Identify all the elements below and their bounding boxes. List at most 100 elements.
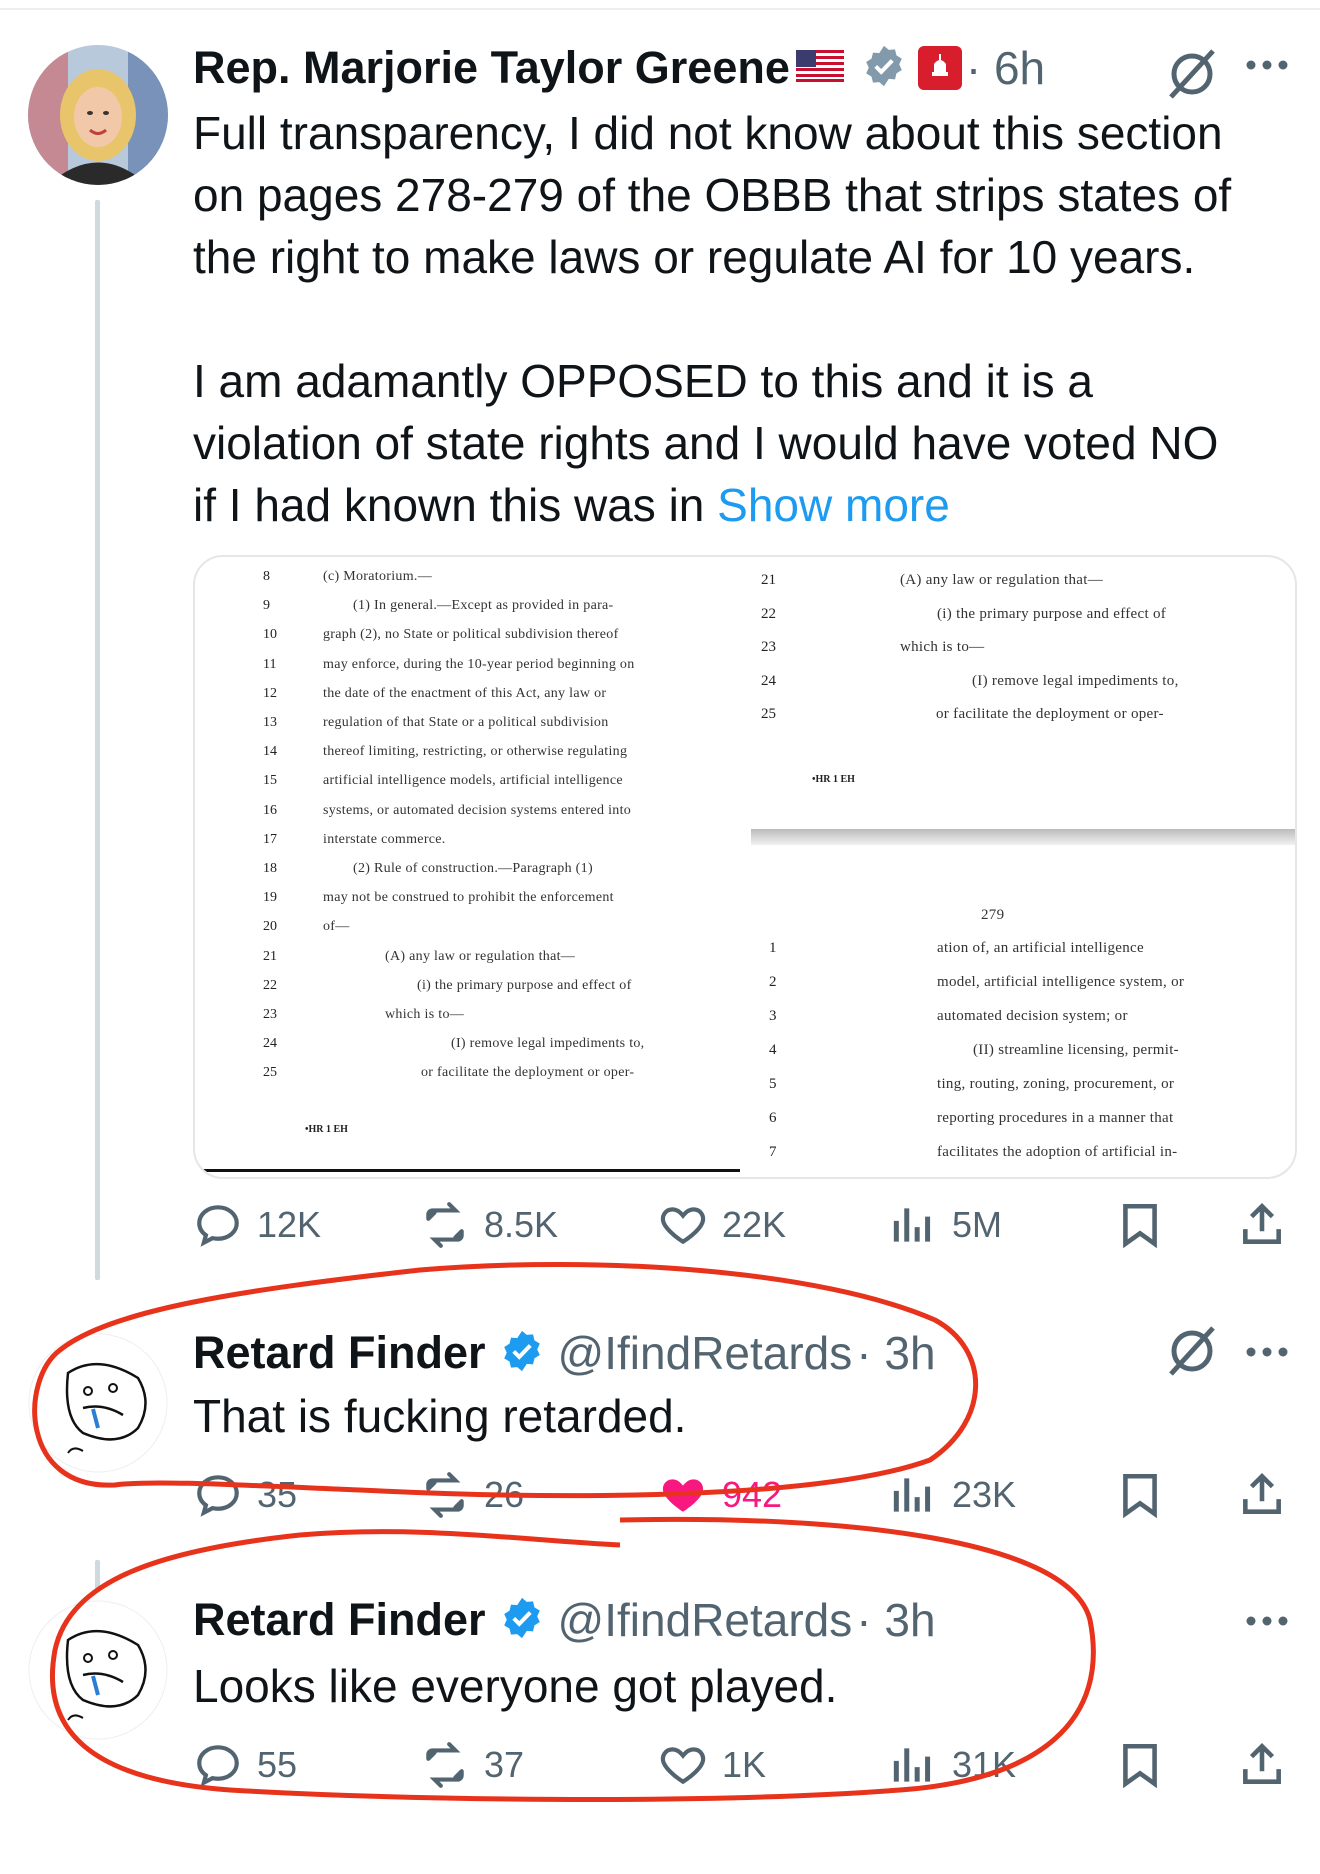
document-text-line: ting, routing, zoning, procurement, or [937, 1076, 1175, 1092]
heart-filled-icon [662, 1479, 704, 1512]
document-text-line: the date of the enactment of this Act, a… [323, 685, 607, 701]
document-text-line: facilitates the adoption of artificial i… [937, 1144, 1178, 1160]
thread-line [95, 1560, 100, 1590]
document-text-line: (i) the primary purpose and effect of [417, 977, 632, 993]
author-handle[interactable]: @IfindRetards [558, 1593, 853, 1647]
like-button[interactable]: 942 [658, 1470, 782, 1520]
line-number: 11 [263, 656, 277, 672]
line-number: 16 [263, 802, 277, 818]
repost-icon [426, 1742, 464, 1788]
more-options-icon[interactable] [1245, 1614, 1289, 1632]
document-text-line: ation of, an artificial intelligence [937, 940, 1144, 956]
document-text-line: (i) the primary purpose and effect of [937, 605, 1167, 622]
avatar[interactable] [28, 1600, 168, 1740]
more-options-icon[interactable] [1245, 58, 1289, 76]
document-text-line: (1) In general.—Except as provided in pa… [353, 598, 614, 614]
document-text-line: model, artificial intelligence system, o… [937, 974, 1185, 990]
line-number: 7 [769, 1144, 777, 1160]
reply-button[interactable]: 35 [193, 1470, 297, 1520]
document-text-line: or facilitate the deployment or oper- [936, 706, 1164, 722]
heart-icon [660, 1747, 706, 1785]
post-body-line: violation of state rights and I would ha… [193, 417, 1219, 469]
line-number: 21 [263, 948, 277, 964]
grok-icon[interactable] [1163, 1322, 1221, 1385]
line-number: 25 [263, 1065, 277, 1081]
line-number: 3 [769, 1008, 777, 1024]
post-body-line [193, 288, 1231, 350]
like-count: 22K [722, 1204, 787, 1245]
reply-button[interactable]: 12K [193, 1200, 321, 1250]
author-name[interactable]: Retard Finder [193, 1327, 486, 1379]
avatar[interactable] [28, 45, 168, 185]
line-number: 20 [263, 919, 277, 935]
thread-line [95, 200, 100, 1280]
blue-verified-badge-icon [500, 1596, 544, 1645]
line-number: 21 [761, 572, 776, 588]
document-text-line: which is to— [900, 639, 985, 655]
post-time[interactable]: · 3h [856, 1326, 935, 1380]
line-number: 6 [769, 1110, 777, 1126]
views-button[interactable]: 5M [888, 1200, 1002, 1250]
reply-button[interactable]: 55 [193, 1740, 297, 1790]
document-text-line: or facilitate the deployment or oper- [421, 1065, 635, 1081]
grok-icon[interactable] [1163, 45, 1221, 108]
share-button[interactable] [1237, 1740, 1287, 1795]
line-number: 12 [263, 685, 277, 701]
post-header: Retard Finder @IfindRetards · 3h [193, 1590, 936, 1650]
line-number: 10 [263, 627, 277, 643]
document-text-line: automated decision system; or [937, 1008, 1128, 1024]
views-button[interactable]: 23K [888, 1470, 1016, 1520]
post-body-last-line: if I had known this was in Show more [193, 474, 1231, 536]
post-time[interactable]: · 3h [856, 1593, 935, 1647]
bookmark-button[interactable] [1115, 1200, 1165, 1255]
line-number: 2 [769, 974, 777, 990]
line-number: 22 [761, 605, 776, 622]
document-text-line: (c) Moratorium.— [323, 569, 432, 584]
line-number: 5 [769, 1076, 777, 1092]
like-button[interactable]: 1K [658, 1740, 766, 1790]
line-number: 22 [263, 977, 277, 993]
share-button[interactable] [1237, 1470, 1287, 1525]
views-icon [893, 1748, 931, 1782]
repost-count: 8.5K [484, 1204, 559, 1245]
author-handle[interactable]: @IfindRetards [558, 1326, 853, 1380]
views-count: 23K [952, 1474, 1017, 1515]
show-more-link[interactable]: Show more [717, 479, 950, 531]
document-text-line: may enforce, during the 10-year period b… [323, 656, 635, 672]
post-body-line: I am adamantly OPPOSED to this and it is… [193, 355, 1093, 407]
document-text-line: (2) Rule of construction.—Paragraph (1) [353, 861, 593, 876]
reply-icon [197, 1205, 239, 1247]
document-text-line: may not be construed to prohibit the enf… [323, 890, 614, 906]
views-button[interactable]: 31K [888, 1740, 1016, 1790]
repost-button[interactable]: 37 [420, 1740, 524, 1790]
post-header: Retard Finder @IfindRetards · 3h [193, 1323, 936, 1383]
author-name[interactable]: Rep. Marjorie Taylor Greene [193, 42, 790, 94]
post-body-line: if I had known this was in [193, 479, 705, 531]
document-text-line: (II) streamline licensing, permit- [973, 1042, 1179, 1058]
gop-badge-icon [917, 46, 962, 90]
bookmark-button[interactable] [1115, 1470, 1165, 1525]
line-number: 13 [263, 715, 277, 730]
like-button[interactable]: 22K [658, 1200, 786, 1250]
page-break-line [195, 1169, 740, 1172]
post-body: Full transparency, I did not know about … [193, 102, 1231, 536]
post-time[interactable]: · 6h [966, 41, 1045, 95]
post-body-line: Full transparency, I did not know about … [193, 107, 1223, 159]
right-top-footer: •HR 1 EH [812, 774, 855, 785]
top-divider [0, 8, 1320, 10]
author-name[interactable]: Retard Finder [193, 1594, 486, 1646]
document-text-line: which is to— [385, 1007, 465, 1022]
share-icon [1243, 1203, 1281, 1244]
bookmark-button[interactable] [1115, 1740, 1165, 1795]
views-icon [893, 1478, 931, 1512]
attached-document-image[interactable]: 8 (c) Moratorium.— 9 (1) In general.—Except… [193, 555, 1297, 1179]
repost-button[interactable]: 26 [420, 1470, 524, 1520]
document-text-line: thereof limiting, restricting, or otherw… [323, 744, 628, 760]
document-text-line: (I) remove legal impediments to, [451, 1036, 645, 1052]
more-options-icon[interactable] [1245, 1345, 1289, 1363]
repost-button[interactable]: 8.5K [420, 1200, 558, 1250]
document-text-line: of— [323, 919, 350, 935]
avatar[interactable] [28, 1333, 168, 1473]
share-button[interactable] [1237, 1200, 1287, 1255]
reply-icon [197, 1745, 239, 1787]
